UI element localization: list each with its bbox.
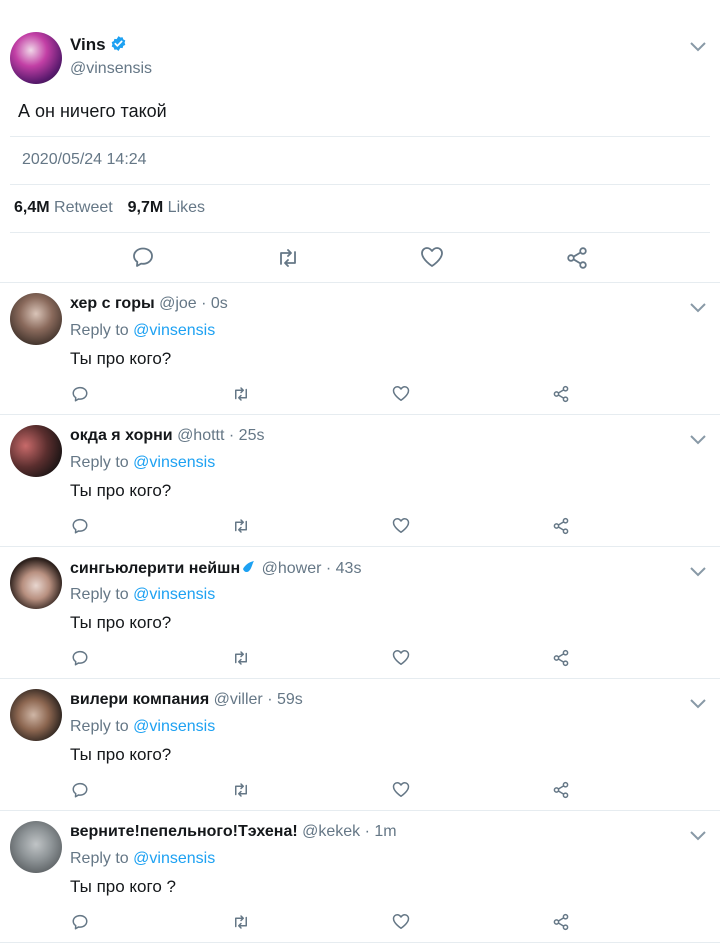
reply-to-line: Reply to @vinsensis <box>70 850 215 868</box>
chevron-down-icon[interactable] <box>689 433 707 445</box>
reply-text: Ты про кого? <box>70 745 172 764</box>
tweet-stats: 6,4M Retweet 9,7M Likes <box>14 199 205 217</box>
retweet-icon[interactable] <box>275 246 301 270</box>
share-icon[interactable] <box>552 913 570 931</box>
reply-author-handle[interactable]: @hower <box>262 560 322 577</box>
reply-author-handle[interactable]: @viller <box>214 691 263 708</box>
retweet-icon[interactable] <box>231 781 251 799</box>
retweet-label[interactable]: Retweet <box>54 199 113 216</box>
share-icon[interactable] <box>552 649 570 667</box>
reply-icon[interactable] <box>71 649 89 667</box>
retweet-icon[interactable] <box>231 385 251 403</box>
reply-author-handle[interactable]: @joe <box>159 295 197 312</box>
reply-author-name[interactable]: окда я хорни <box>70 427 173 444</box>
reply-author-name[interactable]: сингьюлерити нейшн <box>70 560 240 577</box>
heart-icon[interactable] <box>392 781 410 798</box>
reply-header: окда я хорни @hottt · 25s <box>70 427 264 445</box>
reply-author-name[interactable]: хер с горы <box>70 295 155 312</box>
reply-author-name[interactable]: верните!пепельного!Тэхена! <box>70 823 298 840</box>
reply-header: верните!пепельного!Тэхена! @kekek · 1m <box>70 823 397 841</box>
likes-label[interactable]: Likes <box>168 199 205 216</box>
retweet-icon[interactable] <box>231 649 251 667</box>
reply-to-handle[interactable]: @vinsensis <box>133 718 215 735</box>
chevron-down-icon[interactable] <box>689 301 707 313</box>
reply-icon[interactable] <box>131 245 155 269</box>
reply-text: Ты про кого? <box>70 613 172 632</box>
heart-icon[interactable] <box>420 246 444 268</box>
reply-header: вилери компания @viller · 59s <box>70 691 303 709</box>
reply-time: · 43s <box>325 560 362 577</box>
reply-to-label: Reply to <box>70 322 129 339</box>
reply-to-label: Reply to <box>70 850 129 867</box>
reply-author-handle[interactable]: @hottt <box>177 427 224 444</box>
author-avatar[interactable] <box>10 32 62 84</box>
divider <box>10 232 710 233</box>
reply-header: хер с горы @joe · 0s <box>70 295 228 313</box>
reply-time: · 25s <box>228 427 265 444</box>
reply-text: Ты про кого? <box>70 349 172 368</box>
reply-to-line: Reply to @vinsensis <box>70 454 215 472</box>
share-icon[interactable] <box>565 246 589 270</box>
chevron-down-icon[interactable] <box>689 565 707 577</box>
author-handle[interactable]: @vinsensis <box>70 60 152 78</box>
reply-to-handle[interactable]: @vinsensis <box>133 850 215 867</box>
reply-icon[interactable] <box>71 385 89 403</box>
reply-time: · 0s <box>201 295 228 312</box>
reply-to-label: Reply to <box>70 718 129 735</box>
droplet-emoji-icon <box>241 559 257 580</box>
share-icon[interactable] <box>552 385 570 403</box>
reply-author-handle[interactable]: @kekek <box>302 823 360 840</box>
reply-tweet[interactable]: сингьюлерити нейшн @hower · 43s Reply to… <box>0 547 720 679</box>
reply-icon[interactable] <box>71 913 89 931</box>
heart-icon[interactable] <box>392 649 410 666</box>
reply-text: Ты про кого ? <box>70 877 176 896</box>
reply-icon[interactable] <box>71 781 89 799</box>
reply-to-line: Reply to @vinsensis <box>70 718 215 736</box>
reply-to-line: Reply to @vinsensis <box>70 322 215 340</box>
reply-text: Ты про кого? <box>70 481 172 500</box>
divider <box>10 136 710 137</box>
reply-tweet[interactable]: верните!пепельного!Тэхена! @kekek · 1m R… <box>0 811 720 943</box>
heart-icon[interactable] <box>392 913 410 930</box>
reply-author-name[interactable]: вилери компания <box>70 691 209 708</box>
reply-to-handle[interactable]: @vinsensis <box>133 322 215 339</box>
chevron-down-icon[interactable] <box>689 697 707 709</box>
retweet-count[interactable]: 6,4M <box>14 199 50 216</box>
reply-icon[interactable] <box>71 517 89 535</box>
reply-time: · 1m <box>364 823 397 840</box>
verified-badge-icon <box>110 35 127 52</box>
reply-header: сингьюлерити нейшн @hower · 43s <box>70 559 361 580</box>
reply-tweet[interactable]: хер с горы @joe · 0s Reply to @vinsensis… <box>0 283 720 415</box>
reply-tweet[interactable]: вилери компания @viller · 59s Reply to @… <box>0 679 720 811</box>
reply-to-handle[interactable]: @vinsensis <box>133 454 215 471</box>
chevron-down-icon[interactable] <box>689 40 707 52</box>
chevron-down-icon[interactable] <box>689 829 707 841</box>
reply-avatar[interactable] <box>10 557 62 609</box>
reply-avatar[interactable] <box>10 689 62 741</box>
likes-count[interactable]: 9,7M <box>128 199 164 216</box>
retweet-icon[interactable] <box>231 913 251 931</box>
tweet-timestamp[interactable]: 2020/05/24 14:24 <box>22 151 147 169</box>
reply-avatar[interactable] <box>10 425 62 477</box>
reply-avatar[interactable] <box>10 293 62 345</box>
heart-icon[interactable] <box>392 385 410 402</box>
share-icon[interactable] <box>552 517 570 535</box>
tweet-text: А он ничего такой <box>18 101 167 121</box>
heart-icon[interactable] <box>392 517 410 534</box>
reply-to-line: Reply to @vinsensis <box>70 586 215 604</box>
retweet-icon[interactable] <box>231 517 251 535</box>
divider <box>10 184 710 185</box>
share-icon[interactable] <box>552 781 570 799</box>
reply-tweet[interactable]: окда я хорни @hottt · 25s Reply to @vins… <box>0 415 720 547</box>
reply-time: · 59s <box>267 691 303 708</box>
reply-to-label: Reply to <box>70 586 129 603</box>
reply-avatar[interactable] <box>10 821 62 873</box>
author-name[interactable]: Vins <box>70 35 106 55</box>
reply-to-label: Reply to <box>70 454 129 471</box>
reply-to-handle[interactable]: @vinsensis <box>133 586 215 603</box>
